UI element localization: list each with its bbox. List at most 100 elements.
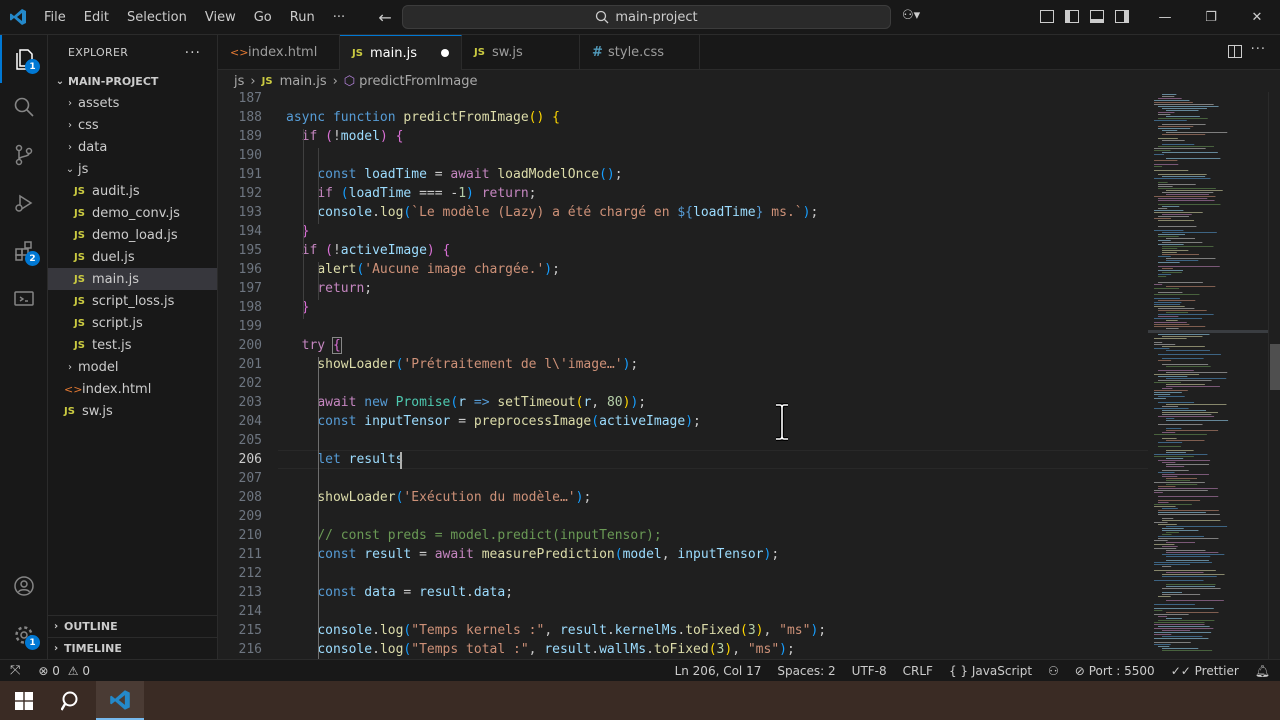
tab-more-actions-icon[interactable]: ··· (1251, 42, 1266, 57)
live-server-port[interactable]: ⊘ Port : 5500 (1067, 664, 1163, 678)
minimap-line (1154, 306, 1185, 307)
vertical-scrollbar[interactable] (1268, 92, 1280, 659)
folder-assets[interactable]: › assets (48, 92, 217, 114)
minimap-line (1154, 540, 1168, 541)
project-root[interactable]: ⌄ MAIN-PROJECT (48, 70, 217, 92)
code-editor[interactable]: 187 188 189 190 191 192 193 194 195 196 197 198 199 2… (218, 92, 1148, 659)
file-audit-js[interactable]: JS audit.js (48, 180, 217, 202)
minimap-line (1154, 604, 1195, 605)
copilot-icon[interactable]: ⚇▾ (902, 8, 920, 23)
tab-style-css[interactable]: # style.css (580, 35, 700, 70)
back-arrow-icon[interactable]: ← (372, 8, 398, 27)
split-editor-icon[interactable] (1228, 45, 1242, 62)
file-demo-load-js[interactable]: JS demo_load.js (48, 224, 217, 246)
folder-model[interactable]: › model (48, 356, 217, 378)
file-label: main.js (92, 271, 139, 287)
file-script-loss-js[interactable]: JS script_loss.js (48, 290, 217, 312)
copilot-status-icon[interactable]: ⚇ (1040, 664, 1067, 678)
file-index-html[interactable]: <> index.html (48, 378, 217, 400)
unsaved-dot-icon[interactable] (441, 49, 449, 57)
menu-run[interactable]: Run (281, 0, 324, 35)
encoding[interactable]: UTF-8 (844, 664, 895, 678)
minimap-line (1166, 404, 1227, 405)
minimap-line (1162, 588, 1221, 589)
notifications-bell-icon[interactable]: 🔔︎ (1247, 664, 1280, 678)
folder-label: data (78, 139, 108, 155)
toggle-panel-icon[interactable] (1090, 10, 1104, 23)
command-center-search[interactable]: main-project (402, 5, 891, 29)
remote-indicator-icon[interactable]: ⤧ (0, 663, 30, 678)
file-duel-js[interactable]: JS duel.js (48, 246, 217, 268)
no-entry-icon: ⊘ (1074, 663, 1085, 678)
minimap-line (1154, 610, 1163, 611)
menu-view[interactable]: View (196, 0, 245, 35)
folder-data[interactable]: › data (48, 136, 217, 158)
customize-layout-icon[interactable] (1040, 10, 1054, 23)
minimap-line (1162, 252, 1177, 253)
settings-gear-icon[interactable]: 1 (0, 611, 48, 659)
tab-index-html[interactable]: <> index.html (218, 35, 340, 70)
breadcrumb: js › JS main.js › ⬡ predictFromImage (218, 70, 1280, 92)
file-test-js[interactable]: JS test.js (48, 334, 217, 356)
explorer-icon[interactable]: 1 (0, 35, 48, 83)
line-number: 198 (238, 300, 262, 315)
minimap-line (1158, 536, 1204, 537)
minimap-line (1158, 460, 1211, 461)
minimap-line (1158, 204, 1221, 205)
minimap-line (1154, 394, 1171, 395)
restore-icon[interactable]: ❐ (1188, 10, 1234, 25)
prettier-status[interactable]: ✓✓ Prettier (1163, 664, 1247, 678)
taskbar-vscode-icon[interactable] (96, 681, 144, 720)
tab-sw-js[interactable]: JS sw.js (462, 35, 580, 70)
outline-section[interactable]: › OUTLINE (48, 615, 217, 637)
breadcrumb-folder[interactable]: js (234, 74, 244, 89)
file-main-js[interactable]: JS main.js (48, 268, 217, 290)
line-number: 189 (238, 129, 262, 144)
taskbar-search-icon[interactable] (48, 681, 96, 720)
problems-indicator[interactable]: ⊗ 0 ⚠ 0 (30, 664, 98, 678)
close-icon[interactable]: ✕ (1234, 10, 1280, 25)
file-sw-js[interactable]: JS sw.js (48, 400, 217, 422)
timeline-section[interactable]: › TIMELINE (48, 637, 217, 659)
menu-selection[interactable]: Selection (118, 0, 196, 35)
minimap-line (1158, 370, 1194, 371)
cursor-position[interactable]: Ln 206, Col 17 (667, 664, 770, 678)
windows-start-icon[interactable] (0, 681, 48, 720)
toggle-secondary-sidebar-icon[interactable] (1115, 10, 1129, 23)
language-mode[interactable]: { } JavaScript (941, 664, 1040, 678)
file-demo-conv-js[interactable]: JS demo_conv.js (48, 202, 217, 224)
account-icon[interactable] (0, 562, 48, 610)
minimap-line (1166, 378, 1227, 379)
minimap-line (1154, 170, 1189, 171)
run-debug-icon[interactable] (0, 179, 48, 227)
breadcrumb-file[interactable]: main.js (280, 74, 327, 89)
minimap-line (1158, 112, 1175, 113)
minimap-line (1162, 134, 1206, 135)
more-actions-icon[interactable]: ··· (185, 45, 201, 61)
file-script-js[interactable]: JS script.js (48, 312, 217, 334)
minimap-line (1154, 322, 1187, 323)
menu-more[interactable]: ··· (324, 0, 354, 35)
breadcrumb-symbol[interactable]: predictFromImage (359, 74, 477, 89)
minimap-line (1154, 294, 1200, 295)
extensions-icon[interactable]: 2 (0, 227, 48, 275)
menu-edit[interactable]: Edit (75, 0, 118, 35)
minimap-line (1166, 532, 1179, 533)
minimap-line (1162, 474, 1209, 475)
indentation[interactable]: Spaces: 2 (769, 664, 843, 678)
minimize-icon[interactable]: — (1142, 10, 1188, 25)
line-ending[interactable]: CRLF (895, 664, 941, 678)
menu-file[interactable]: File (35, 0, 75, 35)
minimap[interactable] (1148, 92, 1268, 659)
html-file-icon: <> (64, 382, 83, 396)
tab-main-js[interactable]: JS main.js (340, 35, 462, 70)
minimap-line (1166, 238, 1196, 239)
folder-js[interactable]: ⌄ js (48, 158, 217, 180)
toggle-sidebar-icon[interactable] (1065, 10, 1079, 23)
remote-explorer-icon[interactable] (0, 275, 48, 323)
menu-go[interactable]: Go (245, 0, 281, 35)
folder-css[interactable]: › css (48, 114, 217, 136)
search-icon[interactable] (0, 83, 48, 131)
source-control-icon[interactable] (0, 131, 48, 179)
minimap-line (1166, 418, 1175, 419)
